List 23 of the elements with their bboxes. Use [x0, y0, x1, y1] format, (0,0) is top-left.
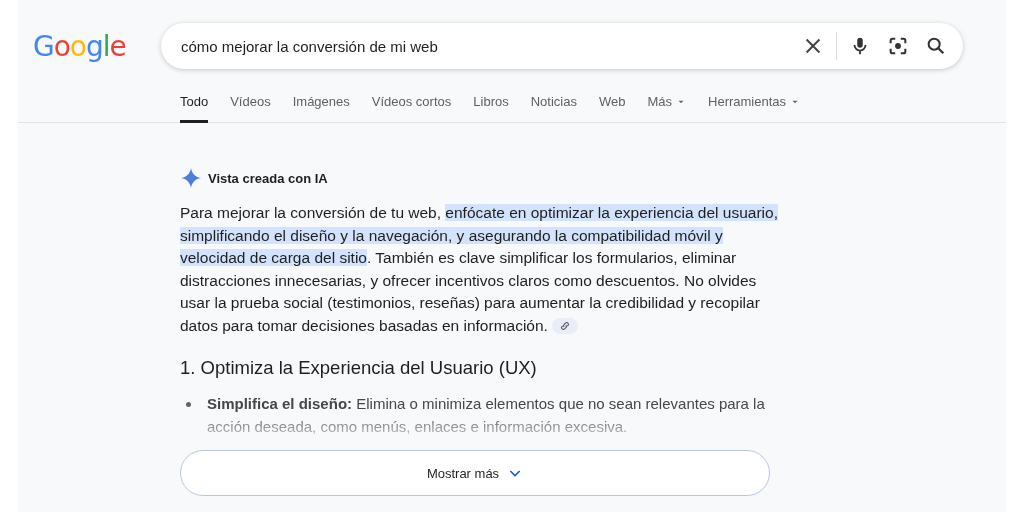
- bullet-dot: [186, 402, 191, 407]
- tab[interactable]: Todo: [180, 84, 209, 123]
- section-heading: 1. Optimiza la Experiencia del Usuario (UX): [180, 357, 538, 379]
- search-bar[interactable]: cómo mejorar la conversión de mi web: [161, 23, 963, 69]
- link-icon: [559, 321, 570, 332]
- overview-paragraph: Para mejorar la conversión de tu web, enfócate en optimizar la experiencia del usuario, simplificando el diseño y la navegación, y asegurando la compatibilidad móvil y velocidad de carga del sitio. También es clave simplificar los formularios, eliminar distracciones innecesarias, y ofrecer incentivos claros como descuentos. No olvides usar la prueba social (testimonios, reseñas) para aumentar la credibilidad y recopilar datos para tomar decisiones basadas en información.: [180, 203, 779, 337]
- link-chip[interactable]: [551, 318, 578, 335]
- show-more-button[interactable]: Mostrar más: [180, 450, 770, 496]
- tab[interactable]: Herramientas: [708, 84, 801, 123]
- tab[interactable]: Noticias: [530, 84, 577, 123]
- bullet-text: Simplifica el diseño: Elimina o minimiza elementos que no sean relevantes para la acción deseada, como menús, enlaces e información excesiva.: [207, 394, 766, 437]
- search-field[interactable]: cómo mejorar la conversión de mi web: [179, 36, 802, 56]
- tab[interactable]: Vídeos cortos: [371, 84, 452, 123]
- tab[interactable]: Web: [598, 84, 626, 123]
- sparkle-icon: [180, 167, 202, 189]
- google-logo[interactable]: Google: [33, 29, 161, 63]
- tab[interactable]: Vídeos: [230, 84, 271, 123]
- tab[interactable]: Imágenes: [292, 84, 350, 123]
- tab[interactable]: Más: [647, 84, 686, 123]
- search-icon[interactable]: [925, 35, 947, 57]
- camera-lens-icon[interactable]: [887, 35, 909, 57]
- tab[interactable]: Libros: [473, 84, 509, 123]
- overview-title: Vista creada con IA: [208, 170, 328, 186]
